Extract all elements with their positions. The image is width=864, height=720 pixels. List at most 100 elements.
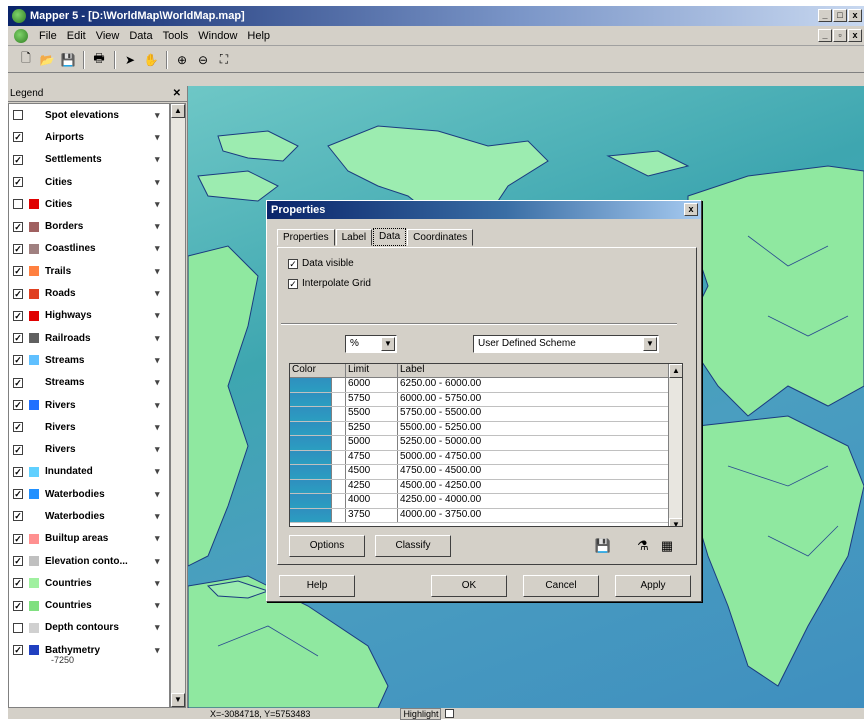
chevron-down-icon[interactable]: ▾: [155, 444, 169, 455]
document-icon[interactable]: [14, 28, 28, 43]
chevron-down-icon[interactable]: ▾: [155, 221, 169, 232]
menu-help[interactable]: Help: [242, 30, 275, 42]
scroll-down-icon[interactable]: ▼: [171, 693, 185, 707]
label-cell[interactable]: 4250.00 - 4000.00: [398, 494, 682, 508]
legend-item[interactable]: ✓ Waterbodies ▾: [9, 483, 169, 505]
legend-item[interactable]: ✓ Streams ▾: [9, 372, 169, 394]
limit-cell[interactable]: 3750: [346, 508, 398, 522]
data-visible-option[interactable]: ✓ Data visible: [288, 258, 354, 269]
pan-hand-icon[interactable]: ✋: [141, 50, 161, 70]
limit-cell[interactable]: 4750: [346, 450, 398, 464]
legend-item-checkbox[interactable]: ✓: [13, 489, 23, 500]
chevron-down-icon[interactable]: ▾: [155, 355, 169, 366]
color-swatch[interactable]: [290, 450, 332, 464]
menu-view[interactable]: View: [91, 30, 125, 42]
classify-button[interactable]: Classify: [375, 535, 451, 557]
legend-item[interactable]: Depth contours ▾: [9, 617, 169, 639]
chevron-down-icon[interactable]: ▾: [155, 578, 169, 589]
chevron-down-icon[interactable]: ▾: [155, 556, 169, 567]
legend-item-checkbox[interactable]: ✓: [13, 422, 23, 433]
chevron-down-icon[interactable]: ▾: [155, 489, 169, 500]
legend-item-checkbox[interactable]: ✓: [13, 310, 23, 321]
limit-cell[interactable]: 5750: [346, 392, 398, 406]
grid-scrollbar[interactable]: ▲ ▼: [668, 364, 682, 526]
chevron-down-icon[interactable]: ▾: [155, 622, 169, 633]
legend-item[interactable]: ✓ Builtup areas ▾: [9, 528, 169, 550]
minimize-button[interactable]: _: [818, 9, 832, 22]
open-icon[interactable]: 📂: [37, 50, 57, 70]
legend-item-checkbox[interactable]: ✓: [13, 377, 23, 388]
interpolate-grid-option[interactable]: ✓ Interpolate Grid: [288, 278, 371, 289]
table-row[interactable]: 4000 4250.00 - 4000.00: [290, 494, 682, 509]
label-cell[interactable]: 5000.00 - 4750.00: [398, 451, 682, 465]
color-swatch[interactable]: [290, 407, 332, 421]
legend-item[interactable]: ✓ Roads ▾: [9, 282, 169, 304]
legend-item-checkbox[interactable]: ✓: [13, 511, 23, 522]
legend-item[interactable]: ✓ Settlements ▾: [9, 149, 169, 171]
color-swatch[interactable]: [290, 421, 332, 435]
legend-item[interactable]: ✓ Cities ▾: [9, 171, 169, 193]
chevron-down-icon[interactable]: ▾: [155, 199, 169, 210]
legend-item-checkbox[interactable]: ✓: [13, 400, 23, 410]
table-row[interactable]: 4250 4500.00 - 4250.00: [290, 479, 682, 494]
doc-restore-button[interactable]: ▫: [833, 29, 847, 42]
new-icon[interactable]: 🗋: [16, 50, 36, 70]
gradient-icon[interactable]: ▦: [657, 536, 677, 556]
chevron-down-icon[interactable]: ▾: [155, 422, 169, 433]
legend-item[interactable]: ✓ Airports ▾: [9, 126, 169, 148]
legend-item-checkbox[interactable]: ✓: [13, 355, 23, 366]
limit-cell[interactable]: 4250: [346, 479, 398, 493]
scroll-up-icon[interactable]: ▲: [171, 104, 185, 118]
chevron-down-icon[interactable]: ▾: [155, 511, 169, 522]
legend-item[interactable]: ✓ Highways ▾: [9, 305, 169, 327]
menu-data[interactable]: Data: [124, 30, 157, 42]
color-swatch[interactable]: [290, 465, 332, 479]
legend-item[interactable]: ✓ Countries ▾: [9, 595, 169, 617]
cancel-button[interactable]: Cancel: [523, 575, 599, 597]
label-cell[interactable]: 6250.00 - 6000.00: [398, 378, 682, 392]
table-row[interactable]: 5250 5500.00 - 5250.00: [290, 421, 682, 436]
table-row[interactable]: 5000 5250.00 - 5000.00: [290, 436, 682, 451]
legend-item[interactable]: ✓ Waterbodies ▾: [9, 505, 169, 527]
scroll-up-icon[interactable]: ▲: [669, 364, 682, 378]
label-cell[interactable]: 5750.00 - 5500.00: [398, 407, 682, 421]
chevron-down-icon[interactable]: ▾: [155, 177, 169, 188]
legend-item-checkbox[interactable]: ✓: [13, 578, 23, 589]
limit-cell[interactable]: 5500: [346, 407, 398, 421]
color-swatch[interactable]: [290, 392, 332, 406]
print-icon[interactable]: 🖶: [89, 50, 109, 70]
legend-item-checkbox[interactable]: [13, 622, 23, 633]
ok-button[interactable]: OK: [431, 575, 507, 597]
zoom-out-icon[interactable]: ⊖: [193, 50, 213, 70]
limit-cell[interactable]: 6000: [346, 378, 398, 392]
chevron-down-icon[interactable]: ▾: [155, 243, 169, 254]
legend-item-checkbox[interactable]: ✓: [13, 154, 23, 165]
help-button[interactable]: Help: [279, 575, 355, 597]
chevron-down-icon[interactable]: ▾: [155, 266, 169, 277]
legend-item[interactable]: ✓ Countries ▾: [9, 572, 169, 594]
legend-item[interactable]: ✓ Rivers ▾: [9, 394, 169, 416]
chevron-down-icon[interactable]: ▾: [155, 333, 169, 344]
legend-item[interactable]: ✓ Coastlines ▾: [9, 238, 169, 260]
limit-cell[interactable]: 4500: [346, 465, 398, 479]
close-button[interactable]: x: [848, 9, 862, 22]
maximize-button[interactable]: □: [833, 9, 847, 22]
legend-item-checkbox[interactable]: ✓: [13, 177, 23, 188]
legend-item[interactable]: Spot elevations ▾: [9, 104, 169, 126]
legend-item-checkbox[interactable]: ✓: [13, 466, 23, 477]
chevron-down-icon[interactable]: ▾: [155, 377, 169, 388]
chevron-down-icon[interactable]: ▾: [155, 110, 169, 121]
legend-item[interactable]: ✓ Railroads ▾: [9, 327, 169, 349]
chevron-down-icon[interactable]: ▾: [155, 288, 169, 299]
legend-item-checkbox[interactable]: ✓: [13, 533, 23, 544]
fill-bucket-icon[interactable]: ⚗: [633, 536, 653, 556]
legend-item[interactable]: Cities ▾: [9, 193, 169, 215]
legend-item-checkbox[interactable]: ✓: [13, 221, 23, 232]
legend-item[interactable]: ✓ Streams ▾: [9, 349, 169, 371]
legend-item-checkbox[interactable]: ✓: [13, 243, 23, 254]
doc-close-button[interactable]: x: [848, 29, 862, 42]
legend-item-checkbox[interactable]: ✓: [13, 645, 23, 656]
save-icon[interactable]: 💾: [58, 50, 78, 70]
tab-data[interactable]: Data: [373, 228, 407, 246]
color-swatch[interactable]: [290, 479, 332, 493]
